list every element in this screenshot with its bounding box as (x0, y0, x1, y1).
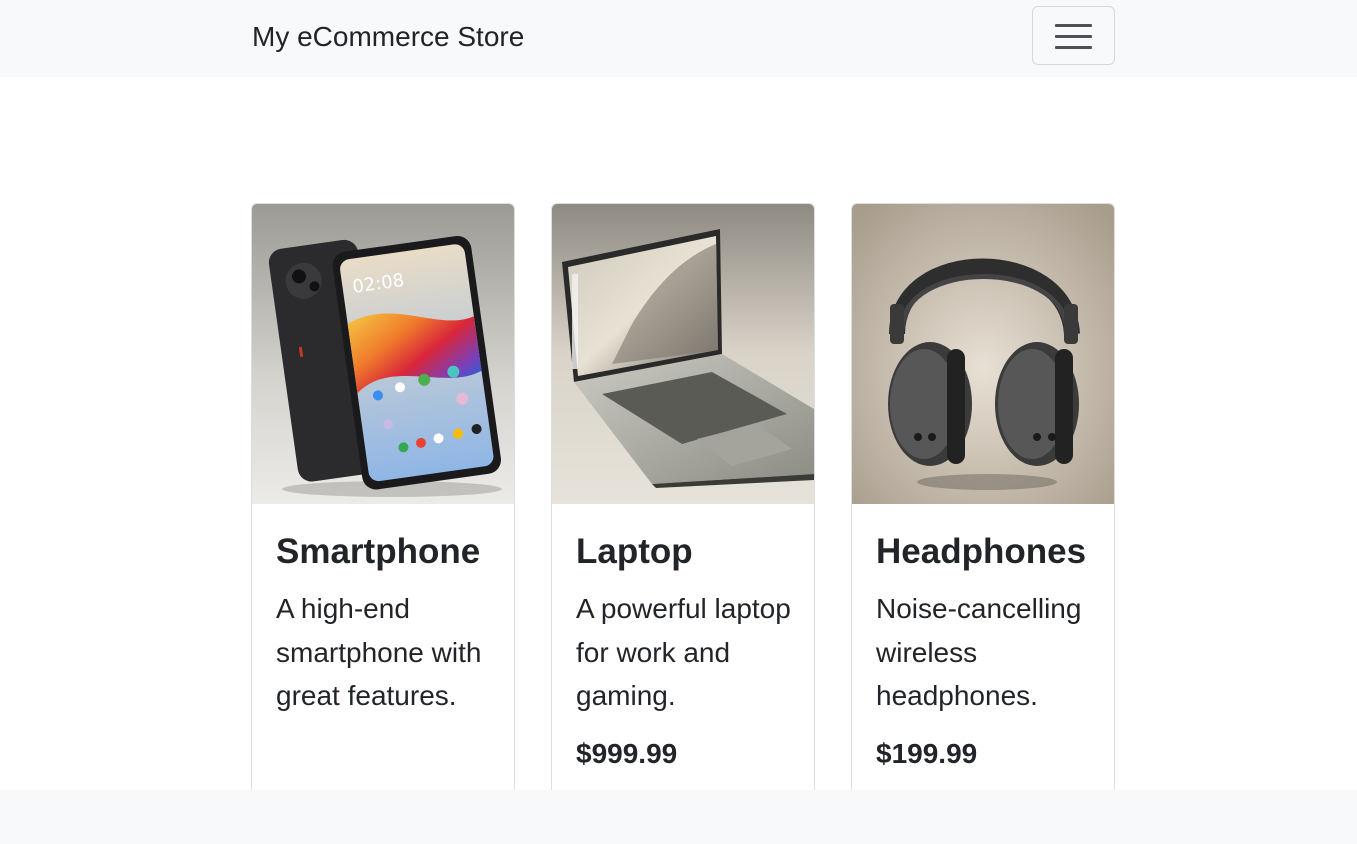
product-price: $199.99 (876, 737, 978, 769)
product-card-smartphone: 02:08 Smartphone A high-end smartphone w… (251, 203, 515, 803)
product-card-laptop: Laptop A powerful laptop for work and ga… (551, 203, 815, 803)
footer (0, 790, 1357, 844)
product-description: A high-end smartphone with great feature… (276, 593, 482, 711)
headphones-image (852, 204, 1114, 504)
card-body: Headphones Noise-cancelling wireless hea… (876, 529, 1096, 772)
product-card-headphones: Headphones Noise-cancelling wireless hea… (851, 203, 1115, 803)
laptop-image (552, 204, 814, 504)
navbar-toggler-button[interactable] (1032, 6, 1115, 65)
smartphone-image: 02:08 (252, 204, 514, 504)
card-body: Laptop A powerful laptop for work and ga… (576, 529, 796, 772)
product-title: Smartphone (276, 532, 481, 571)
navbar: My eCommerce Store (0, 0, 1357, 77)
product-description: Noise-cancelling wireless headphones. (876, 593, 1082, 711)
product-description: A powerful laptop for work and gaming. (576, 593, 791, 711)
product-title: Laptop (576, 532, 693, 571)
navbar-brand[interactable]: My eCommerce Store (252, 19, 524, 55)
card-body: Smartphone A high-end smartphone with gr… (276, 529, 496, 718)
product-price: $999.99 (576, 737, 678, 769)
product-title: Headphones (876, 532, 1087, 571)
